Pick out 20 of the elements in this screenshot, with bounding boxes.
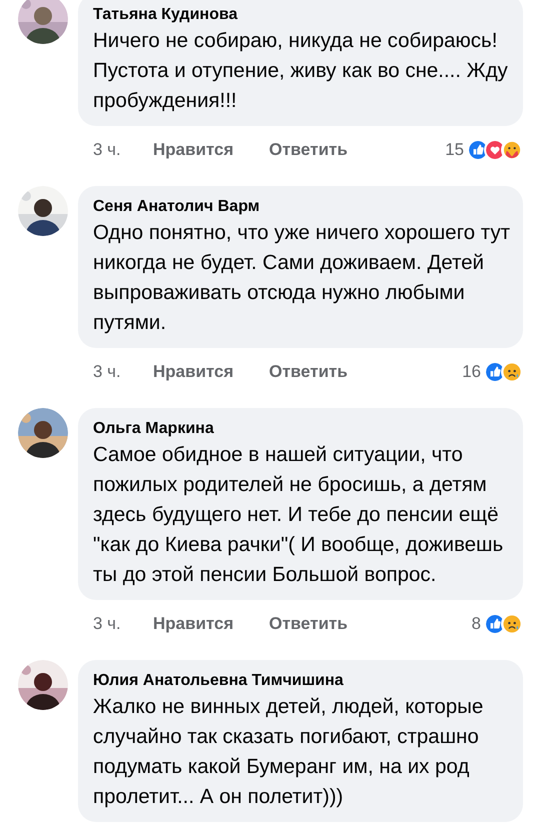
comment-time: 3 ч. xyxy=(93,361,122,384)
comment-text: Жалко не винных детей, людей, которые случайно так сказать погибают, страшно подумать какой Бумеранг им, на их род пролетит... А он полетит))) xyxy=(93,694,484,810)
comment-text: Одно понятно, что уже ничего хорошего тут никогда не будет. Сами доживаем. Детей выпроваживать отсюда нужно любыми путями. xyxy=(93,220,511,336)
reply-link[interactable]: Ответить xyxy=(269,611,348,637)
comment-time: 3 ч. xyxy=(93,139,122,162)
comment-time: 3 ч. xyxy=(93,613,122,636)
like-link[interactable]: Нравится xyxy=(153,359,269,385)
reaction-count: 8 xyxy=(472,613,481,636)
author-name[interactable]: Татьяна Кудинова xyxy=(93,4,238,26)
like-link[interactable]: Нравится xyxy=(153,611,269,637)
author-name[interactable]: Юлия Анатольевна Тимчишина xyxy=(93,670,344,692)
author-name[interactable]: Ольга Маркина xyxy=(93,418,214,440)
reply-link[interactable]: Ответить xyxy=(269,359,348,385)
reaction-count: 15 xyxy=(445,139,464,162)
reply-link[interactable]: Ответить xyxy=(269,137,348,163)
reaction-count: 16 xyxy=(462,361,481,384)
comment-text: Самое обидное в нашей ситуации, что пожилых родителей не бросишь, а детям здесь будущего нет. И тебе до пенсии ещё "как до Киева рачки"( И вообще, доживешь ты до этой пенсии Большой вопрос. xyxy=(93,442,504,588)
author-name[interactable]: Сеня Анатолич Варм xyxy=(93,196,260,218)
comment-text: Ничего не собираю, никуда не собираюсь! Пустота и отупение, живу как во сне.... Жду пробуждения!!! xyxy=(93,28,509,114)
like-link[interactable]: Нравится xyxy=(153,137,269,163)
